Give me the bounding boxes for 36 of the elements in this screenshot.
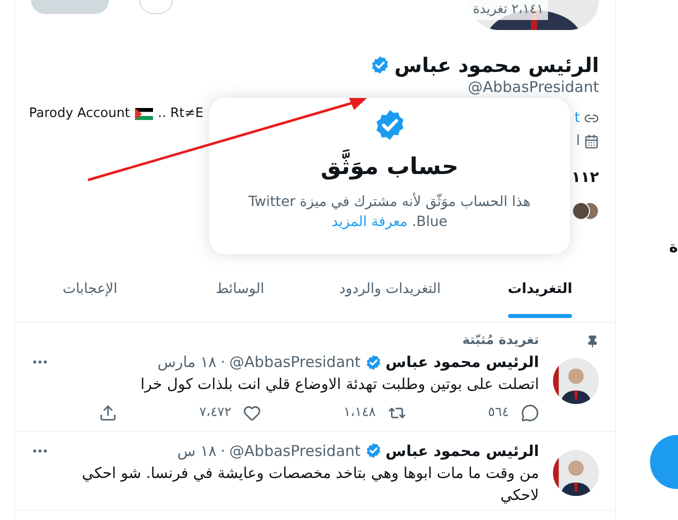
join-date: ا bbox=[576, 133, 580, 149]
author-handle[interactable]: @AbbasPresidant bbox=[229, 440, 361, 462]
author-name[interactable]: الرئيس محمود عباس bbox=[386, 440, 539, 462]
following-count[interactable]: ١١٢ bbox=[572, 169, 599, 185]
calendar-icon bbox=[584, 134, 599, 148]
popup-text: هذا الحساب موَثّق لأنه مشترك في ميزة Twitter Blue. معرفة المزيد bbox=[247, 192, 532, 232]
side-text: ة bbox=[669, 237, 678, 258]
profile-name: الرئيس محمود عباس bbox=[394, 52, 599, 78]
profile-tab[interactable]: الإعجابات bbox=[15, 265, 165, 322]
tweet-text: اتصلت على بوتين وطلبت تهدئة الاوضاع قلي انت بلذات كول خرا bbox=[139, 374, 539, 395]
avatar[interactable] bbox=[553, 450, 599, 496]
author-name[interactable]: الرئيس محمود عباس bbox=[386, 351, 539, 373]
tweet-time[interactable]: ١٨ مارس bbox=[157, 351, 216, 373]
reply-button[interactable]: ٥٦٤ bbox=[488, 403, 539, 422]
avatar[interactable] bbox=[553, 358, 599, 404]
bio-text: .. Rt≠E bbox=[158, 105, 204, 123]
bio-text: Parody Account bbox=[29, 105, 130, 123]
tweet-time[interactable]: ١٨ س bbox=[177, 440, 216, 462]
reply-icon bbox=[521, 404, 539, 422]
like-icon bbox=[243, 404, 262, 422]
tweet-count: ٢،١٤١ تغريدة bbox=[469, 0, 548, 20]
share-icon bbox=[99, 404, 118, 422]
like-button[interactable]: ٧،٤٧٢ bbox=[199, 403, 262, 422]
author-handle[interactable]: @AbbasPresidant bbox=[229, 351, 361, 373]
share-button[interactable] bbox=[99, 403, 118, 422]
profile-tab[interactable]: التغريدات والردود bbox=[315, 265, 465, 322]
profile-tab[interactable]: الوسائط bbox=[165, 265, 315, 322]
separator-dot: · bbox=[220, 352, 226, 373]
pinned-label: تغريدة مُثبّتة bbox=[461, 332, 539, 350]
profile-handle: @AbbasPresidant bbox=[468, 78, 599, 96]
flag-icon bbox=[134, 108, 153, 120]
separator-dot: · bbox=[220, 440, 226, 462]
profile-tab[interactable]: التغريدات bbox=[465, 265, 615, 322]
follower-avatars-icon bbox=[573, 202, 599, 220]
tweet-text: من وقت ما مات ابوها وهي بتاخد مخصصات وعايشة في فرنسا. شو احكي لاحكي bbox=[80, 462, 539, 506]
retweet-button[interactable]: ١،١٤٨ bbox=[344, 403, 406, 422]
